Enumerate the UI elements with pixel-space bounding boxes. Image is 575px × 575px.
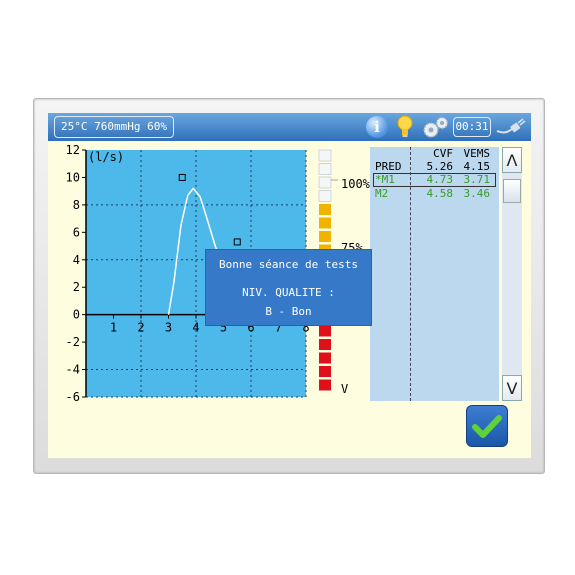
y-tick-label: 6 (73, 225, 80, 239)
y-tick-label: 0 (73, 308, 80, 322)
gauge-segment (318, 149, 332, 162)
gauge-segment (319, 204, 331, 215)
popup-quality-label: NIV. QUALITE : (242, 286, 335, 299)
x-tick-label: 2 (137, 321, 144, 335)
y-tick-label: 4 (73, 253, 80, 267)
gauge-segment (319, 352, 331, 364)
y-tick-label: -4 (66, 363, 80, 377)
x-tick-label: 3 (165, 321, 172, 335)
x-tick-label: 1 (110, 321, 117, 335)
popup-title: Bonne séance de tests (218, 258, 359, 271)
gauge-segment (318, 190, 332, 202)
y-tick-label: -6 (66, 390, 80, 404)
y-tick-label: 2 (73, 280, 80, 294)
y-tick-label: 12 (66, 143, 80, 157)
session-quality-popup[interactable]: Bonne séance de tests NIV. QUALITE : B -… (205, 249, 372, 326)
y-axis-label: (l/s) (88, 150, 124, 164)
gauge-segment (319, 325, 331, 337)
gauge-segment (319, 366, 331, 377)
y-tick-label: 8 (73, 198, 80, 212)
gauge-label-v: V (341, 382, 348, 396)
gauge-segment (319, 217, 331, 229)
x-tick-label: 4 (192, 321, 199, 335)
gauge-segment (318, 163, 332, 175)
y-tick-label: -2 (66, 335, 80, 349)
gauge-segment (319, 379, 331, 391)
gauge-segment (318, 176, 332, 189)
gauge-label-100: 100% (341, 177, 371, 191)
gauge-segment (319, 339, 331, 350)
popup-quality-value: B - Bon (265, 305, 312, 318)
gauge-segment (319, 231, 331, 242)
y-tick-label: 10 (66, 170, 80, 184)
